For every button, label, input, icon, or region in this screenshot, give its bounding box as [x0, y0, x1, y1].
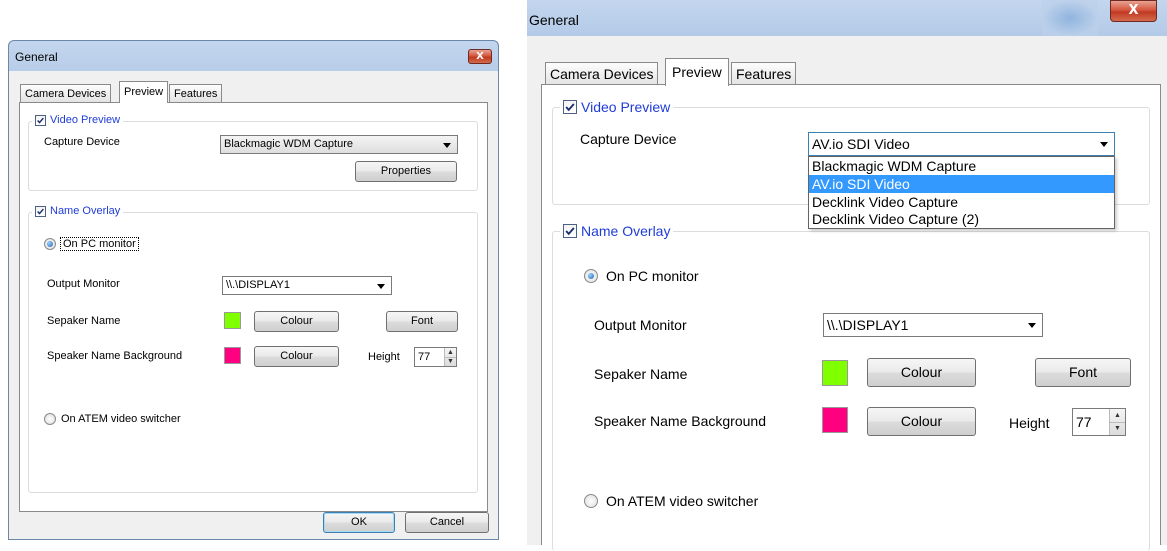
window-title: General — [15, 50, 58, 64]
title-bar-glow — [1042, 0, 1098, 36]
radio-unselected-icon — [44, 413, 56, 425]
on-atem-radio[interactable]: On ATEM video switcher — [584, 493, 758, 509]
speaker-bg-color-swatch — [822, 407, 848, 433]
speaker-name-colour-button[interactable]: Colour — [867, 358, 976, 387]
speaker-bg-label: Speaker Name Background — [47, 350, 183, 362]
dropdown-option-selected[interactable]: AV.io SDI Video — [809, 175, 1114, 193]
properties-button[interactable]: Properties — [355, 161, 457, 182]
tab-panel-preview: Video Preview Capture Device AV.io SDI V… — [541, 84, 1161, 551]
dropdown-option[interactable]: Decklink Video Capture (2) — [809, 211, 1114, 228]
checkbox-checked-icon — [563, 224, 577, 238]
on-pc-monitor-label: On PC monitor — [606, 268, 699, 284]
radio-selected-icon — [584, 269, 598, 283]
general-dialog-small: General X Camera Devices Preview Feature… — [8, 40, 499, 540]
video-preview-label: Video Preview — [50, 114, 121, 126]
height-value: 77 — [418, 351, 431, 363]
speaker-bg-label: Speaker Name Background — [594, 413, 766, 429]
on-atem-radio[interactable]: On ATEM video switcher — [44, 413, 181, 425]
window-title: General — [529, 12, 579, 28]
dropdown-option[interactable]: Decklink Video Capture — [809, 193, 1114, 211]
checkbox-checked-icon — [35, 205, 46, 217]
name-overlay-checkbox[interactable]: Name Overlay — [560, 221, 674, 241]
tab-panel-preview: Video Preview Capture Device Blackmagic … — [19, 102, 488, 512]
close-icon[interactable]: X — [1110, 0, 1157, 22]
capture-device-label: Capture Device — [44, 136, 120, 148]
on-atem-label: On ATEM video switcher — [61, 413, 181, 425]
spin-up-icon[interactable]: ▲ — [1110, 409, 1125, 422]
on-pc-monitor-label: On PC monitor — [60, 237, 139, 251]
output-monitor-label: Output Monitor — [47, 278, 120, 290]
capture-device-select[interactable]: Blackmagic WDM Capture — [220, 135, 458, 154]
dropdown-option[interactable]: Blackmagic WDM Capture — [809, 157, 1114, 175]
output-monitor-value: \\.\DISPLAY1 — [827, 317, 909, 333]
speaker-name-colour-button[interactable]: Colour — [254, 311, 339, 332]
dropdown-arrow-icon — [443, 142, 451, 148]
spin-up-icon[interactable]: ▲ — [445, 348, 456, 357]
capture-device-value: AV.io SDI Video — [812, 136, 910, 152]
tab-features[interactable]: Features — [169, 84, 223, 102]
capture-device-label: Capture Device — [580, 131, 677, 147]
height-spinner[interactable]: 77 ▲ ▼ — [1072, 408, 1126, 436]
capture-device-value: Blackmagic WDM Capture — [224, 138, 353, 150]
close-icon[interactable]: X — [468, 49, 492, 64]
output-monitor-select[interactable]: \\.\DISPLAY1 — [823, 313, 1043, 337]
tab-features[interactable]: Features — [731, 62, 797, 85]
speaker-name-label: Sepaker Name — [594, 366, 688, 382]
font-button[interactable]: Font — [386, 311, 458, 332]
video-preview-checkbox[interactable]: Video Preview — [560, 97, 674, 117]
dropdown-arrow-icon — [1100, 142, 1108, 147]
height-label: Height — [1009, 415, 1050, 431]
output-monitor-select[interactable]: \\.\DISPLAY1 — [222, 276, 392, 295]
speaker-name-color-swatch — [822, 360, 848, 386]
checkbox-checked-icon — [563, 100, 577, 114]
capture-device-dropdown-list: Blackmagic WDM Capture AV.io SDI Video D… — [808, 156, 1115, 229]
on-pc-monitor-radio[interactable]: On PC monitor — [44, 237, 139, 251]
cancel-button[interactable]: Cancel — [405, 512, 489, 533]
output-monitor-value: \\.\DISPLAY1 — [226, 279, 290, 291]
dropdown-arrow-icon — [1028, 323, 1036, 328]
spin-down-icon[interactable]: ▼ — [445, 356, 456, 367]
speaker-bg-colour-button[interactable]: Colour — [867, 407, 976, 436]
general-dialog-zoomed: General X Camera Devices Preview Feature… — [527, 0, 1167, 551]
video-preview-label: Video Preview — [581, 99, 671, 115]
radio-unselected-icon — [584, 494, 598, 508]
speaker-name-label: Sepaker Name — [47, 315, 121, 327]
tab-preview[interactable]: Preview — [665, 58, 729, 86]
capture-device-select[interactable]: AV.io SDI Video — [808, 132, 1115, 156]
height-label: Height — [368, 351, 400, 363]
checkbox-checked-icon — [35, 114, 46, 126]
dropdown-arrow-icon — [377, 283, 385, 289]
on-atem-label: On ATEM video switcher — [606, 493, 759, 509]
radio-selected-icon — [44, 238, 56, 250]
speaker-name-color-swatch — [224, 312, 241, 329]
height-spinner[interactable]: 77 ▲ ▼ — [414, 347, 457, 367]
name-overlay-label: Name Overlay — [50, 205, 121, 217]
height-value: 77 — [1076, 414, 1092, 430]
tab-camera-devices[interactable]: Camera Devices — [545, 62, 659, 85]
name-overlay-checkbox[interactable]: Name Overlay — [32, 203, 124, 219]
font-button[interactable]: Font — [1035, 358, 1131, 387]
name-overlay-label: Name Overlay — [581, 223, 671, 239]
tab-camera-devices[interactable]: Camera Devices — [20, 84, 112, 102]
speaker-bg-color-swatch — [224, 347, 241, 364]
video-preview-checkbox[interactable]: Video Preview — [32, 112, 124, 128]
tab-preview[interactable]: Preview — [119, 81, 169, 103]
on-pc-monitor-radio[interactable]: On PC monitor — [584, 268, 699, 284]
spin-down-icon[interactable]: ▼ — [1110, 421, 1125, 436]
dialog-client: Camera Devices Preview Features Video Pr… — [16, 71, 491, 533]
output-monitor-label: Output Monitor — [594, 317, 687, 333]
speaker-bg-colour-button[interactable]: Colour — [254, 346, 339, 367]
ok-button[interactable]: OK — [323, 512, 395, 533]
